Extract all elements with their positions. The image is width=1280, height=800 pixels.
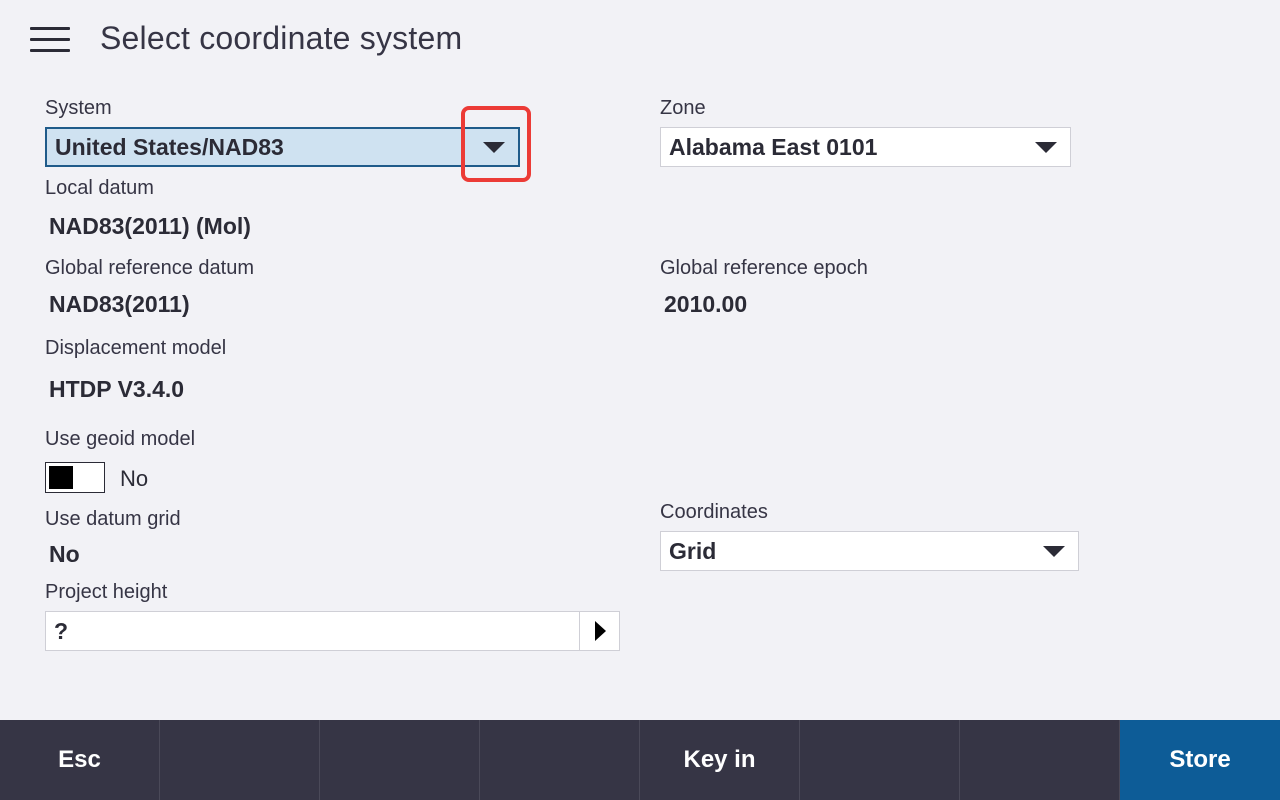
use-geoid-model-label: Use geoid model [45,428,196,450]
system-label: System [45,97,112,119]
project-height-value[interactable]: ? [46,612,579,650]
chevron-right-icon [595,621,606,641]
coordinates-dropdown[interactable]: Grid [660,531,1079,571]
use-datum-grid-value: No [49,541,80,567]
key-in-button[interactable]: Key in [640,720,800,800]
menu-bar [30,27,70,30]
use-datum-grid-label: Use datum grid [45,508,181,530]
project-height-label: Project height [45,581,168,603]
displacement-model-label: Displacement model [45,337,227,359]
chevron-down-icon[interactable] [1043,545,1065,557]
local-datum-label: Local datum [45,177,154,199]
bottom-softkey-bar: Esc Key in Store [0,720,1280,800]
menu-bar [30,49,70,52]
use-geoid-model-toggle[interactable] [45,462,105,493]
local-datum-value: NAD83(2011) (Mol) [49,213,251,239]
displacement-model-value: HTDP V3.4.0 [49,376,185,402]
toggle-knob [49,466,73,489]
zone-dropdown-value: Alabama East 0101 [669,133,878,160]
softkey-empty-3[interactable] [480,720,640,800]
softkey-empty-6[interactable] [960,720,1120,800]
chevron-down-icon[interactable] [483,141,505,153]
project-height-input[interactable]: ? [45,611,620,651]
softkey-empty-1[interactable] [160,720,320,800]
esc-button[interactable]: Esc [0,720,160,800]
coordinates-dropdown-value: Grid [669,537,717,564]
system-dropdown[interactable]: United States/NAD83 [45,127,520,167]
store-button[interactable]: Store [1120,720,1280,800]
zone-dropdown[interactable]: Alabama East 0101 [660,127,1071,167]
system-dropdown-value: United States/NAD83 [55,133,284,160]
coordinates-label: Coordinates [660,501,768,523]
global-reference-epoch-value: 2010.00 [664,291,748,317]
hamburger-menu-icon[interactable] [30,27,70,55]
global-reference-datum-label: Global reference datum [45,257,255,279]
global-reference-epoch-label: Global reference epoch [660,257,868,279]
page-title: Select coordinate system [100,20,463,56]
use-geoid-model-state: No [120,466,149,491]
zone-label: Zone [660,97,706,119]
global-reference-datum-value: NAD83(2011) [49,291,190,317]
menu-bar [30,38,70,41]
project-height-arrow-button[interactable] [579,612,619,650]
chevron-down-icon[interactable] [1035,141,1057,153]
softkey-empty-2[interactable] [320,720,480,800]
softkey-empty-5[interactable] [800,720,960,800]
